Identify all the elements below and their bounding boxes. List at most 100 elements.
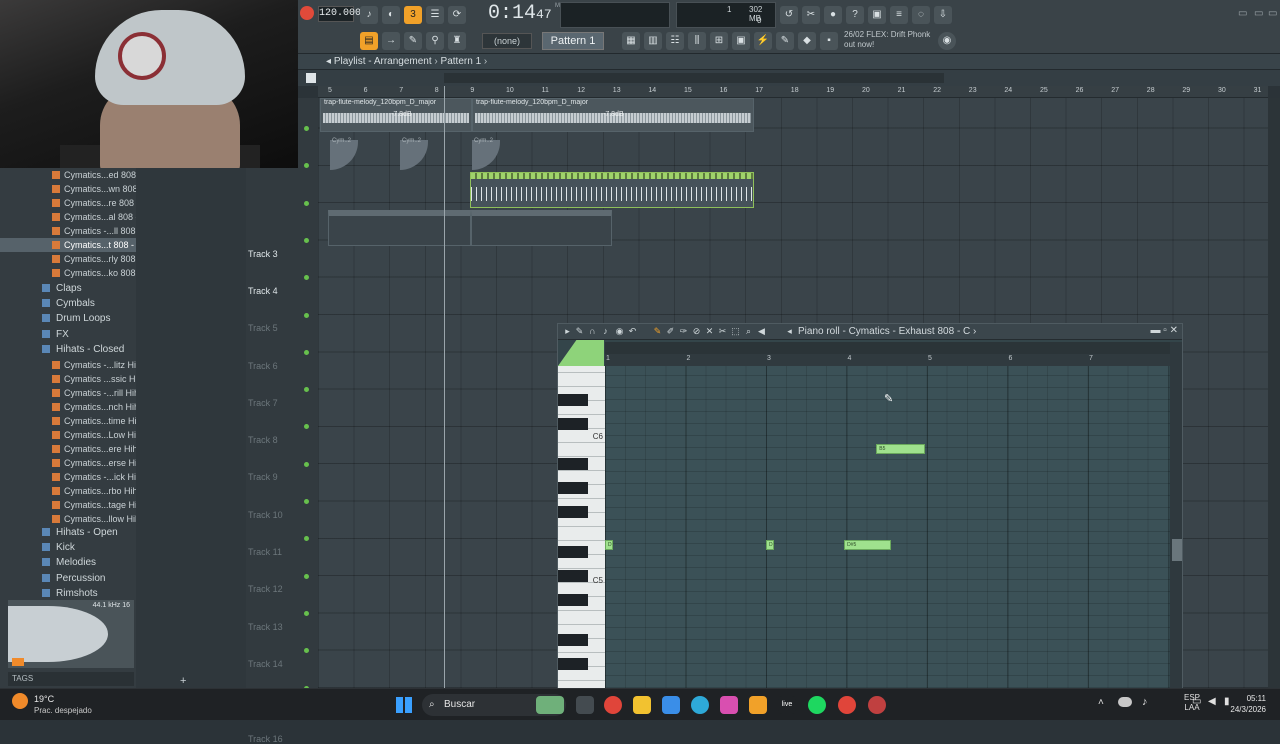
menu-arrow-icon[interactable]: ▸ xyxy=(562,326,573,337)
midi-note[interactable]: D#5 xyxy=(844,540,891,550)
track-name[interactable]: Track 9 xyxy=(248,472,314,482)
track-name[interactable]: Track 6 xyxy=(248,361,314,371)
add-icon[interactable]: + xyxy=(180,675,186,687)
maximize-icon[interactable]: ▭ xyxy=(1254,8,1263,19)
track-name[interactable]: Track 4 xyxy=(248,286,314,296)
window-controls[interactable]: ▬ ▫ ✕ xyxy=(1151,325,1178,336)
track-enable-led[interactable] xyxy=(304,387,309,393)
plug-icon[interactable]: ⚡ xyxy=(754,32,772,50)
track-name[interactable]: Track 14 xyxy=(248,659,314,669)
track-enable-led[interactable] xyxy=(304,349,309,355)
track-name[interactable]: Track 7 xyxy=(248,398,314,408)
edge-icon[interactable] xyxy=(691,696,709,714)
audio-clip[interactable]: trap-flute-melody_120bpm_D_major -7.8dB xyxy=(472,98,754,132)
midi-note[interactable]: B5 xyxy=(876,444,925,454)
shop-icon[interactable]: ▪ xyxy=(820,32,838,50)
browser-folder[interactable]: FX xyxy=(0,328,136,342)
wait-input-icon[interactable]: ◐ xyxy=(382,6,400,24)
track-name[interactable]: Track 8 xyxy=(248,435,314,445)
browser-file[interactable]: Cymatics...re 808 - C xyxy=(0,196,136,210)
track-enable-led[interactable] xyxy=(304,275,309,281)
browser-file[interactable]: Cymatics -...ll 808 - C xyxy=(0,224,136,238)
midi-note[interactable]: D xyxy=(766,540,775,550)
browser-file[interactable]: Cymatics...time Hihat xyxy=(0,414,136,428)
weather-temp[interactable]: 19°C xyxy=(34,694,54,704)
grid-icon[interactable] xyxy=(306,73,316,83)
browser-folder[interactable]: Claps xyxy=(0,282,136,296)
vscroll-thumb[interactable] xyxy=(1172,539,1182,561)
countdown-icon[interactable]: 3 xyxy=(404,6,422,24)
select-tool-icon[interactable]: ⬚ xyxy=(730,326,741,337)
track-name[interactable]: Track 11 xyxy=(248,547,314,557)
browser-folder[interactable]: Cymbals xyxy=(0,297,136,311)
network-icon[interactable]: ▭ xyxy=(1192,696,1201,707)
track-name[interactable]: Track 12 xyxy=(248,584,314,594)
browser-folder[interactable]: Hihats - Closed xyxy=(0,343,136,357)
track-enable-led[interactable] xyxy=(304,610,309,616)
black-key[interactable] xyxy=(558,546,588,558)
black-key[interactable] xyxy=(558,634,588,646)
help-icon[interactable]: ? xyxy=(846,6,864,24)
black-key[interactable] xyxy=(558,394,588,406)
track-enable-led[interactable] xyxy=(304,163,309,169)
tags-field[interactable]: TAGS xyxy=(8,672,134,686)
close-icon[interactable]: ▭ xyxy=(1268,8,1277,19)
record-icon[interactable]: ◉ xyxy=(614,326,625,337)
black-key[interactable] xyxy=(558,418,588,430)
volume-icon[interactable]: ◀ xyxy=(1208,696,1216,707)
piano-roll-ruler[interactable]: 1 2 3 4 5 6 7 xyxy=(605,354,1170,366)
chrome-profile-icon[interactable] xyxy=(838,696,856,714)
piano-roll-vscroll[interactable] xyxy=(1170,342,1182,688)
sample-preview[interactable]: 44.1 kHz 16 xyxy=(8,600,134,668)
app-icon[interactable] xyxy=(868,696,886,714)
stamp-icon[interactable]: ♜ xyxy=(448,32,466,50)
browser-folder[interactable]: Melodies xyxy=(0,556,136,570)
weather-icon[interactable] xyxy=(12,693,28,709)
copilot-icon[interactable] xyxy=(720,696,738,714)
brush-tool-icon[interactable]: ✐ xyxy=(665,326,676,337)
browser-file[interactable]: Cymatics...llow Hihat xyxy=(0,512,136,526)
pattern-clip[interactable]: Pattern 1 xyxy=(328,210,471,246)
track-enable-led[interactable] xyxy=(304,461,309,467)
piano-roll-icon[interactable]: ▥ xyxy=(644,32,662,50)
browser-file[interactable]: Cymatics...ed 808 - C xyxy=(0,168,136,182)
browser-file[interactable]: Cymatics...Low Hihat xyxy=(0,428,136,442)
mic-tray-icon[interactable]: ♪ xyxy=(1142,696,1148,708)
browser-icon[interactable]: ▣ xyxy=(732,32,750,50)
black-key[interactable] xyxy=(558,506,588,518)
chrome-icon[interactable] xyxy=(604,696,622,714)
globe-icon[interactable]: ◉ xyxy=(938,32,956,50)
browser-file[interactable]: Cymatics...ere Hihat xyxy=(0,442,136,456)
browser-file[interactable]: Cymatics...t 808 - C xyxy=(0,238,136,252)
battery-icon[interactable]: ▮ xyxy=(1224,696,1230,707)
piano-roll-hscroll[interactable] xyxy=(605,342,1170,354)
track-name[interactable]: Track 3 xyxy=(248,249,314,259)
spotify-icon[interactable] xyxy=(808,696,826,714)
track-enable-led[interactable] xyxy=(304,499,309,504)
start-icon[interactable] xyxy=(396,697,412,713)
zoom-tool-icon[interactable]: ⌕ xyxy=(743,326,754,337)
arrow-left-icon[interactable]: ◂ xyxy=(784,326,795,337)
mute-tool-icon[interactable]: ✕ xyxy=(704,326,715,337)
paint-tool-icon[interactable]: ✑ xyxy=(678,326,689,337)
pattern-selector[interactable]: Pattern 1 xyxy=(542,32,604,50)
magnet-icon[interactable]: ∩ xyxy=(587,326,598,337)
playlist-ruler[interactable]: 5 6 7 8 9 10 11 12 13 14 15 16 17 18 19 20 21 22 23 24 25 26 2… xyxy=(318,86,1268,98)
tray-chevron-icon[interactable]: ˄ xyxy=(1098,697,1104,708)
record-button[interactable] xyxy=(300,6,314,20)
browser-folder[interactable]: Rimshots xyxy=(0,587,136,601)
hihat-pattern-clip[interactable] xyxy=(470,172,754,208)
pencil-icon[interactable]: ✎ xyxy=(404,32,422,50)
image-thumb-icon[interactable] xyxy=(536,696,564,714)
browser-file[interactable]: Cymatics...nch Hihat xyxy=(0,400,136,414)
browser-file[interactable]: Cymatics...erse Hihat xyxy=(0,456,136,470)
channel-rack-icon[interactable]: ☷ xyxy=(666,32,684,50)
undo-icon[interactable]: ↶ xyxy=(627,326,638,337)
track-enable-led[interactable] xyxy=(304,424,309,430)
browser-folder[interactable]: Kick xyxy=(0,541,136,555)
undo-icon[interactable]: ↺ xyxy=(780,6,798,24)
track-name[interactable]: Track 16 xyxy=(248,734,314,744)
playlist-icon[interactable]: ▦ xyxy=(622,32,640,50)
track-enable-led[interactable] xyxy=(304,237,309,243)
pattern-clip[interactable]: Pattern 1 xyxy=(471,210,612,246)
